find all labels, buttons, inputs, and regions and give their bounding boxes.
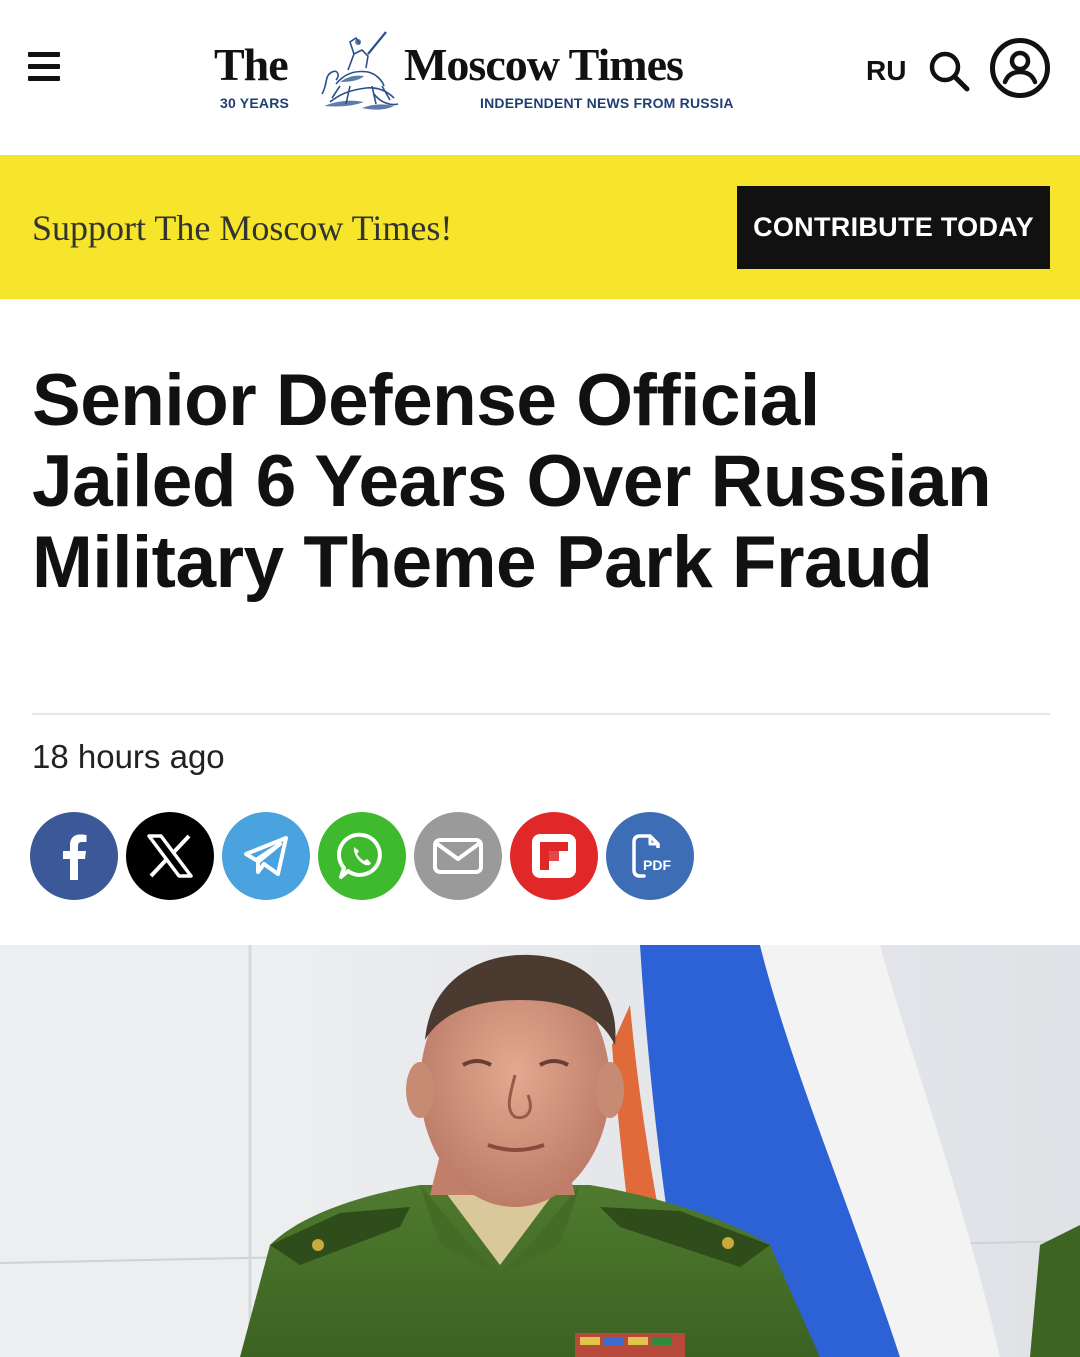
share-facebook-button[interactable]	[30, 812, 118, 900]
site-header: The 30 YEARS Moscow Times INDEPENDENT NE…	[0, 0, 1080, 155]
menu-icon	[28, 52, 64, 81]
whatsapp-icon	[337, 832, 382, 879]
share-x-button[interactable]	[126, 812, 214, 900]
logo-name: Moscow Times	[404, 39, 684, 90]
share-flipboard-button[interactable]	[510, 812, 598, 900]
support-banner: Support The Moscow Times! CONTRIBUTE TOD…	[0, 155, 1080, 299]
account-icon	[990, 38, 1050, 98]
menu-button[interactable]	[28, 52, 64, 88]
logo-years: 30 YEARS	[220, 95, 290, 111]
telegram-icon	[244, 836, 288, 876]
support-text: Support The Moscow Times!	[32, 208, 453, 248]
x-icon	[147, 834, 193, 878]
share-buttons: PDF	[30, 812, 730, 900]
divider	[32, 713, 1050, 715]
share-telegram-button[interactable]	[222, 812, 310, 900]
account-button[interactable]	[988, 36, 1052, 100]
search-button[interactable]	[926, 48, 972, 94]
logo-tagline: INDEPENDENT NEWS FROM RUSSIA	[480, 95, 734, 111]
article-photo-image	[0, 945, 1080, 1357]
st-george-emblem-icon	[321, 31, 399, 110]
article-photo	[0, 945, 1080, 1357]
pdf-label: PDF	[643, 857, 671, 873]
share-email-button[interactable]	[414, 812, 502, 900]
article-headline: Senior Defense Official Jailed 6 Years O…	[32, 360, 992, 603]
logo-the: The	[214, 39, 289, 90]
pdf-icon: PDF	[632, 834, 671, 878]
language-switch[interactable]: RU	[866, 55, 906, 87]
search-icon	[929, 51, 970, 92]
share-pdf-button[interactable]: PDF	[606, 812, 694, 900]
flipboard-icon	[532, 834, 576, 878]
share-whatsapp-button[interactable]	[318, 812, 406, 900]
site-logo[interactable]: The 30 YEARS Moscow Times INDEPENDENT NE…	[214, 24, 734, 124]
article-timestamp: 18 hours ago	[32, 738, 225, 775]
contribute-button[interactable]: CONTRIBUTE TODAY	[737, 186, 1050, 269]
facebook-icon	[63, 834, 87, 880]
email-icon	[433, 838, 483, 874]
